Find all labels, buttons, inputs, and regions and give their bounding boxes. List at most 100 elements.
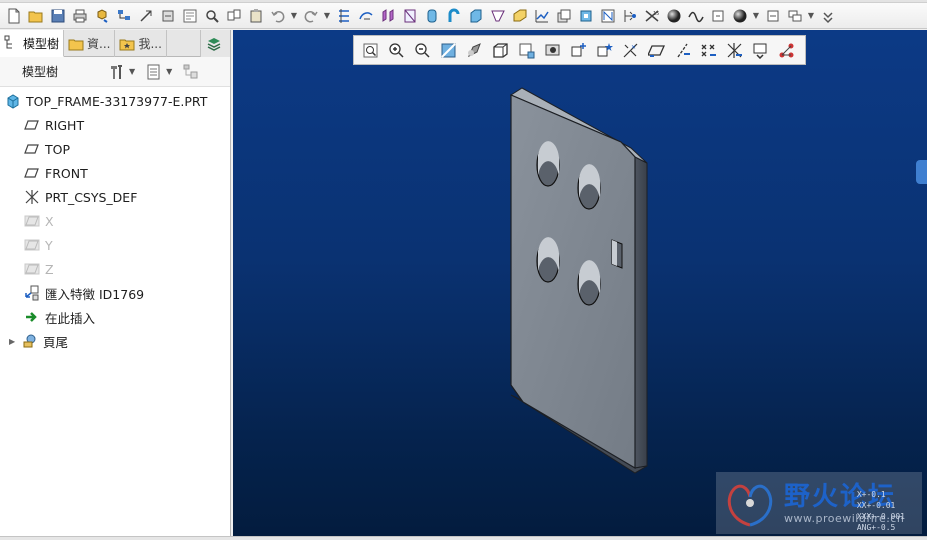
settings-dropdown-icon[interactable]: ▼ [807,11,815,20]
insert-icon[interactable] [708,6,727,26]
tools-icon [111,64,122,79]
toolbar-overflow-icon[interactable] [818,6,837,26]
tolerance-table: X+-0.1 XX+-0.01 XXX+-0.001 ANG+-0.5 [857,489,905,533]
tab-favorites-label: 我... [138,37,162,51]
save-icon[interactable] [48,6,67,26]
insert-here-arrow-icon [26,312,37,322]
tree-item-top[interactable]: TOP [0,137,230,161]
tree-item-label: 匯入特徵 ID1769 [45,286,145,302]
copy-icon[interactable] [202,6,221,26]
tolerance-line: XX+-0.01 [856,501,896,510]
pattern-icon[interactable] [620,6,639,26]
tab-folder-browser-label: 資... [87,37,111,51]
hole-icon[interactable] [598,6,617,26]
tree-item-label: TOP [45,141,71,157]
tree-show-button[interactable]: ▼ [145,63,172,81]
open-folder-icon[interactable] [26,6,45,26]
repaint-icon[interactable] [158,6,177,26]
extrude-icon[interactable] [378,6,397,26]
tolerance-line: XXX+-0.001 [856,512,905,521]
expand-icon[interactable]: ▶ [9,337,19,346]
tree-item-label: FRONT [45,165,88,181]
appearance-dropdown-icon[interactable]: ▼ [752,11,760,20]
tree-item-insert-here[interactable]: 在此插入 [0,305,230,329]
model-tree-title: 模型樹 [22,65,59,79]
sphere-icon[interactable] [664,6,683,26]
tab-folder-browser[interactable]: 資... [64,30,116,57]
tree-item-label: 在此插入 [45,310,96,326]
shell-icon[interactable] [576,6,595,26]
undo-dropdown-icon[interactable]: ▼ [290,11,298,20]
tree-item-front[interactable]: FRONT [0,161,230,185]
curve-icon[interactable] [686,6,705,26]
side-panel-tab[interactable] [916,160,927,184]
revolve-icon[interactable] [422,6,441,26]
print-icon[interactable] [70,6,89,26]
tab-favorites[interactable]: 我... [115,30,167,57]
part-icon [7,94,19,109]
tolerance-line: X+-0.1 [856,490,886,499]
regenerate-icon[interactable] [92,6,111,26]
csys-icon[interactable]: 15 [642,6,661,26]
round-icon[interactable] [510,6,529,26]
redo-icon[interactable] [301,6,320,26]
tree-settings-button[interactable]: ▼ [108,63,135,81]
blend-icon[interactable] [466,6,485,26]
view-manager-icon[interactable] [763,6,782,26]
tolerance-line: ANG+-0.5 [856,523,896,532]
tree-item-x[interactable]: X [0,209,230,233]
navigator-tabs: 模型樹 資... 我... [0,30,230,57]
footer-icon [23,334,36,348]
sweep-icon[interactable] [444,6,463,26]
folder-browser-icon [68,39,84,50]
datum-plane-icon [24,263,40,275]
model-tree-icon[interactable] [114,6,133,26]
main-toolbar: ▼ ▼ 15 ▼ ▼ [0,3,927,29]
datum-plane-icon [24,120,39,130]
plane-icon[interactable] [400,6,419,26]
sketch-icon[interactable] [356,6,375,26]
new-file-icon[interactable] [4,6,23,26]
tree-item-label: Y [45,237,53,253]
datum-plane-icon [24,239,40,251]
datum-plane-icon [24,215,40,227]
tree-item-part[interactable]: TOP_FRAME-33173977-E.PRT [0,89,230,113]
tree-item-import-feature[interactable]: 匯入特徵 ID1769 [0,281,230,305]
mirror-icon[interactable] [224,6,243,26]
tree-item-right[interactable]: RIGHT [0,113,230,137]
analysis-icon[interactable] [532,6,551,26]
watermark-logo-icon [727,484,773,527]
paste-special-icon[interactable] [246,6,265,26]
tab-model-tree[interactable]: 模型樹 [0,30,65,57]
tree-filter-icon [183,64,198,78]
tree-item-y[interactable]: Y [0,233,230,257]
tree-item-label: X [45,213,54,229]
tree-item-z[interactable]: Z [0,257,230,281]
datum-points-icon[interactable] [334,6,353,26]
favorites-icon [119,39,135,50]
tab-layers[interactable] [200,30,230,57]
graphics-viewport[interactable]: ✕ [233,30,927,536]
appearance-icon[interactable] [730,6,749,26]
datum-plane-icon [24,168,39,178]
tab-model-tree-label: 模型樹 [23,36,60,51]
settings-icon[interactable] [785,6,804,26]
tree-filter-button[interactable] [182,63,200,81]
model-tree: TOP_FRAME-33173977-E.PRT RIGHT TOP FRONT… [0,87,230,353]
undo-icon[interactable] [268,6,287,26]
tree-item-label: Z [45,261,54,277]
chevron-down-icon: ▼ [129,67,136,76]
datum-plane-icon [24,144,39,154]
redo-dropdown-icon[interactable]: ▼ [323,11,331,20]
coordinate-system-icon [25,190,39,204]
draft-icon[interactable] [488,6,507,26]
list-settings-icon [147,64,160,79]
zoom-fit-icon[interactable] [180,6,199,26]
measure-icon[interactable] [136,6,155,26]
tree-item-footer[interactable]: ▶ 頁尾 [0,329,230,353]
import-feature-icon [25,285,39,301]
tree-item-csys[interactable]: PRT_CSYS_DEF [0,185,230,209]
part-model[interactable] [233,30,927,536]
svg-text:15: 15 [653,11,659,17]
display-style-icon[interactable] [554,6,573,26]
